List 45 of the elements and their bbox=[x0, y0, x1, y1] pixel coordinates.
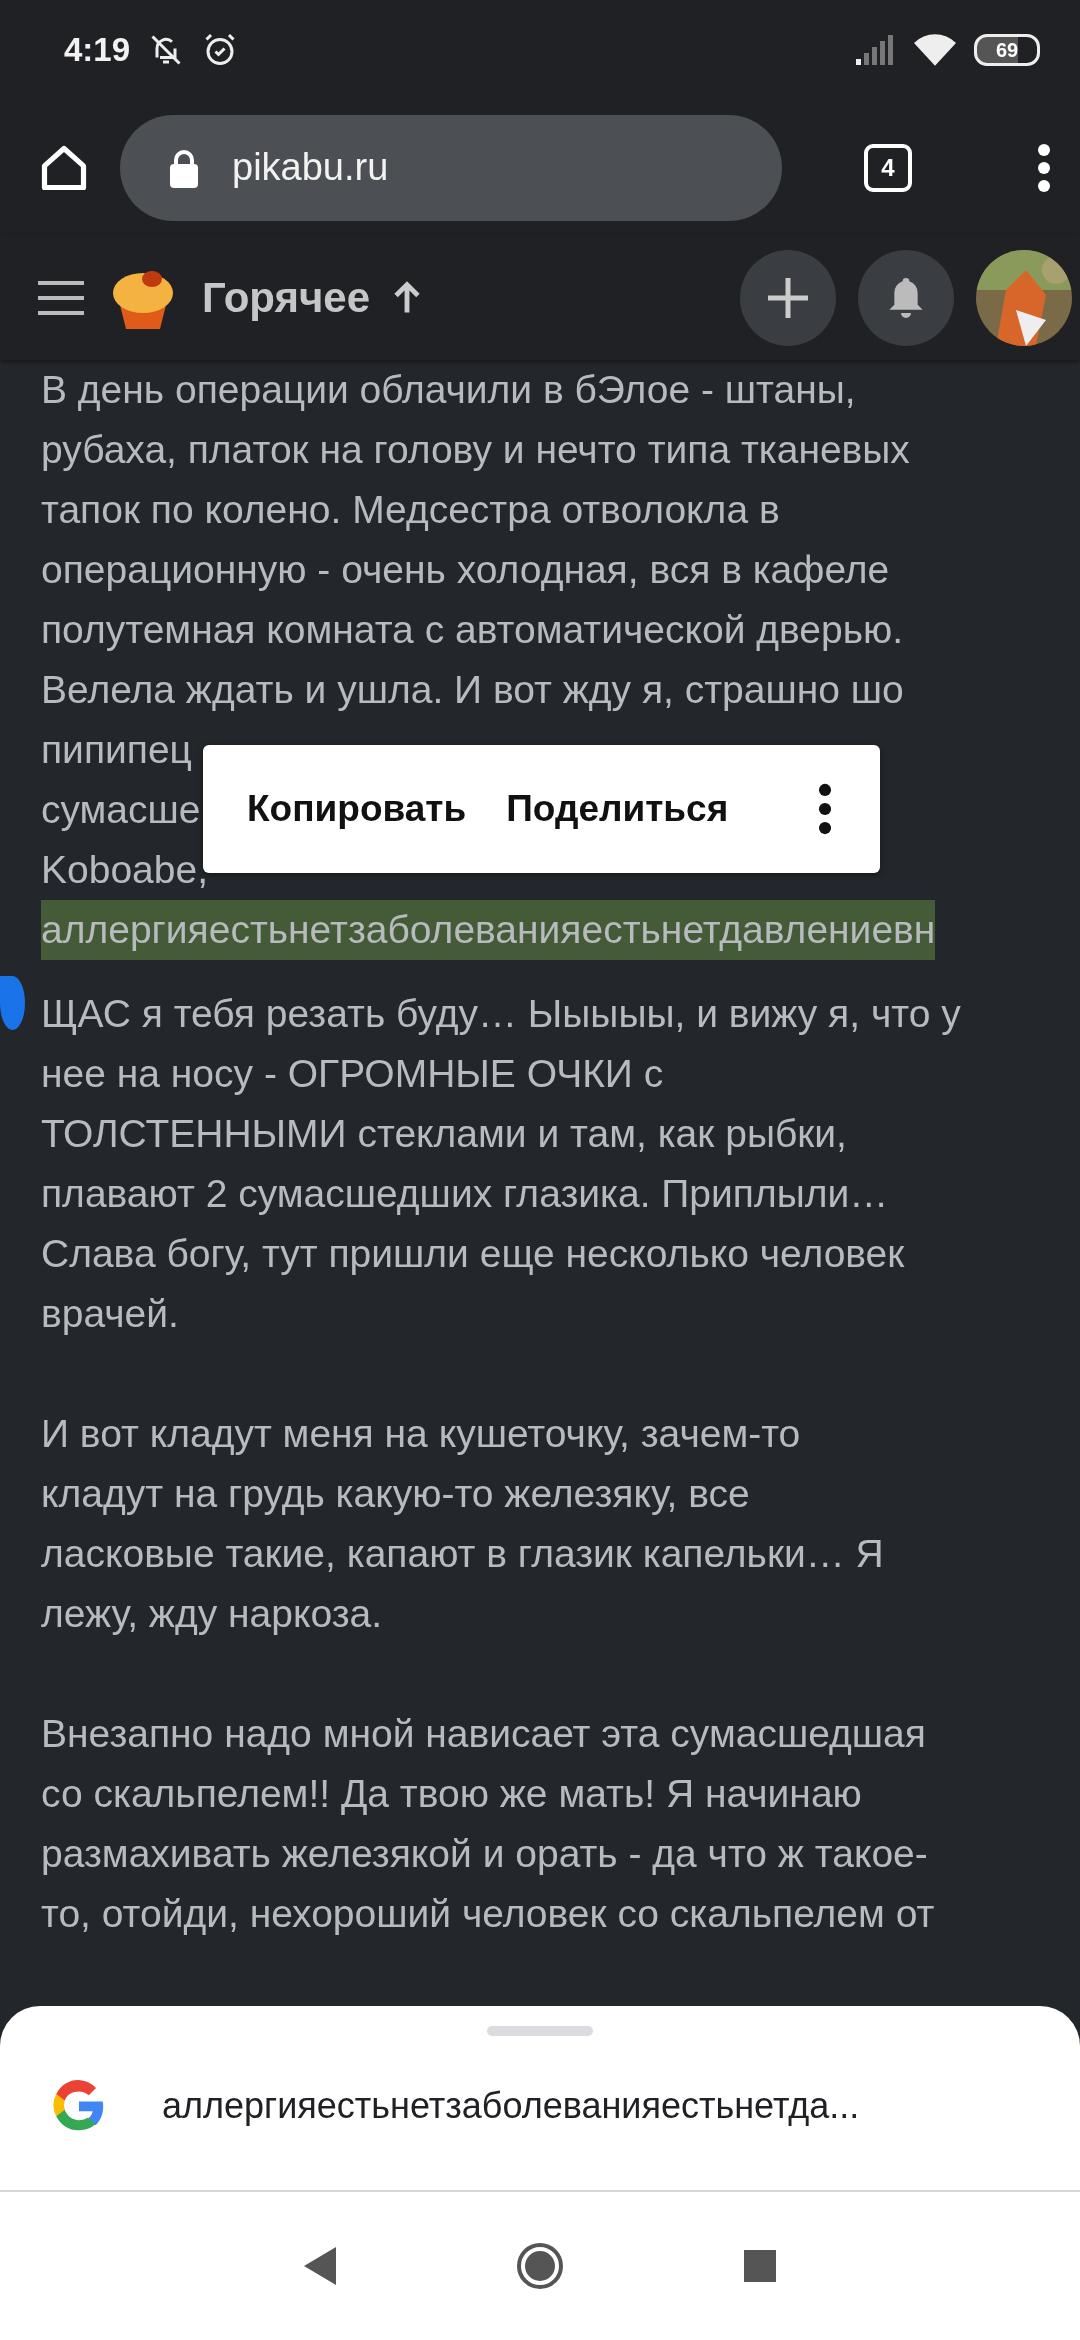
article-text: ТОЛСТЕННЫМИ стеклами и там, как рыбки, bbox=[41, 1111, 847, 1157]
article-text: рубаха, платок на голову и нечто типа тканевых bbox=[41, 427, 910, 473]
article-text: лежу, жду наркоза. bbox=[41, 1591, 383, 1637]
section-title: Горячее bbox=[202, 273, 371, 322]
article-text: В день операции облачили в бЭлое - штаны, bbox=[41, 367, 856, 413]
article-text: плавают 2 сумасшедших глазика. Приплыли… bbox=[41, 1171, 889, 1217]
menu-item[interactable]: Копировать bbox=[247, 745, 487, 873]
selection-handle[interactable] bbox=[0, 976, 25, 1030]
address-bar[interactable]: pikabu.ru bbox=[120, 114, 782, 221]
plus-icon bbox=[766, 275, 810, 320]
article-text: Слава богу, тут пришли еще несколько человек bbox=[41, 1231, 905, 1277]
article-text: тапок по колено. Медсестра отволокла в bbox=[41, 487, 780, 533]
lock-icon bbox=[168, 147, 200, 188]
more-menu-icon[interactable] bbox=[1036, 141, 1052, 194]
sheet-grip[interactable] bbox=[487, 2026, 593, 2036]
article-text: сумасше bbox=[41, 787, 201, 833]
article-text: Koboabe, bbox=[41, 847, 208, 893]
status-time: 4:19 bbox=[64, 31, 131, 69]
signal-icon bbox=[856, 35, 896, 65]
article-text: И вот кладут меня на кушеточку, зачем-то bbox=[41, 1411, 801, 1457]
article-text: размахивать железякой и орать - да что ж такое- bbox=[41, 1831, 928, 1877]
article-text: ЩАС я тебя резать буду… Ыыыыы, и вижу я, что у bbox=[41, 991, 961, 1037]
menu-item[interactable]: Поделиться bbox=[486, 745, 749, 873]
article-text: ласковые такие, капают в глазик капельки… Я bbox=[41, 1531, 884, 1577]
article-text: полутемная комната с автоматической дверью. bbox=[41, 607, 904, 653]
menu-icon[interactable] bbox=[38, 280, 84, 315]
more-options-icon[interactable] bbox=[818, 783, 832, 835]
article-text: нее на носу - ОГРОМНЫЕ ОЧКИ с bbox=[41, 1051, 664, 1097]
search-query: аллергияестьнетзаболеванияестьнетда... bbox=[162, 2085, 860, 2127]
wifi-icon bbox=[914, 34, 956, 66]
bell-icon bbox=[886, 275, 926, 320]
article-text: со скальпелем!! Да твою же мать! Я начинаю bbox=[41, 1771, 862, 1817]
article-text: Велела ждать и ушла. И вот жду я, страшно шо bbox=[41, 667, 904, 713]
battery-icon: 69 bbox=[974, 34, 1040, 66]
url-text: pikabu.ru bbox=[232, 146, 389, 189]
back-button[interactable] bbox=[304, 2247, 336, 2285]
tab-count-button[interactable]: 4 bbox=[864, 143, 912, 192]
article-text: Внезапно надо мной нависает эта сумасшедшая bbox=[41, 1711, 926, 1757]
article-text: кладут на грудь какую-то железяку, все bbox=[41, 1471, 750, 1517]
home-nav-button[interactable] bbox=[516, 2242, 564, 2290]
article-text: операционную - очень холодная, вся в кафеле bbox=[41, 547, 890, 593]
article-text: пипипец bbox=[41, 727, 192, 773]
article-text: то, отойди, нехороший человек со скальпелем от bbox=[41, 1891, 935, 1937]
article-text: врачей. bbox=[41, 1291, 179, 1337]
selected-text: аллергияестьнетзаболеванияестьнетдавлениевн bbox=[41, 900, 936, 960]
